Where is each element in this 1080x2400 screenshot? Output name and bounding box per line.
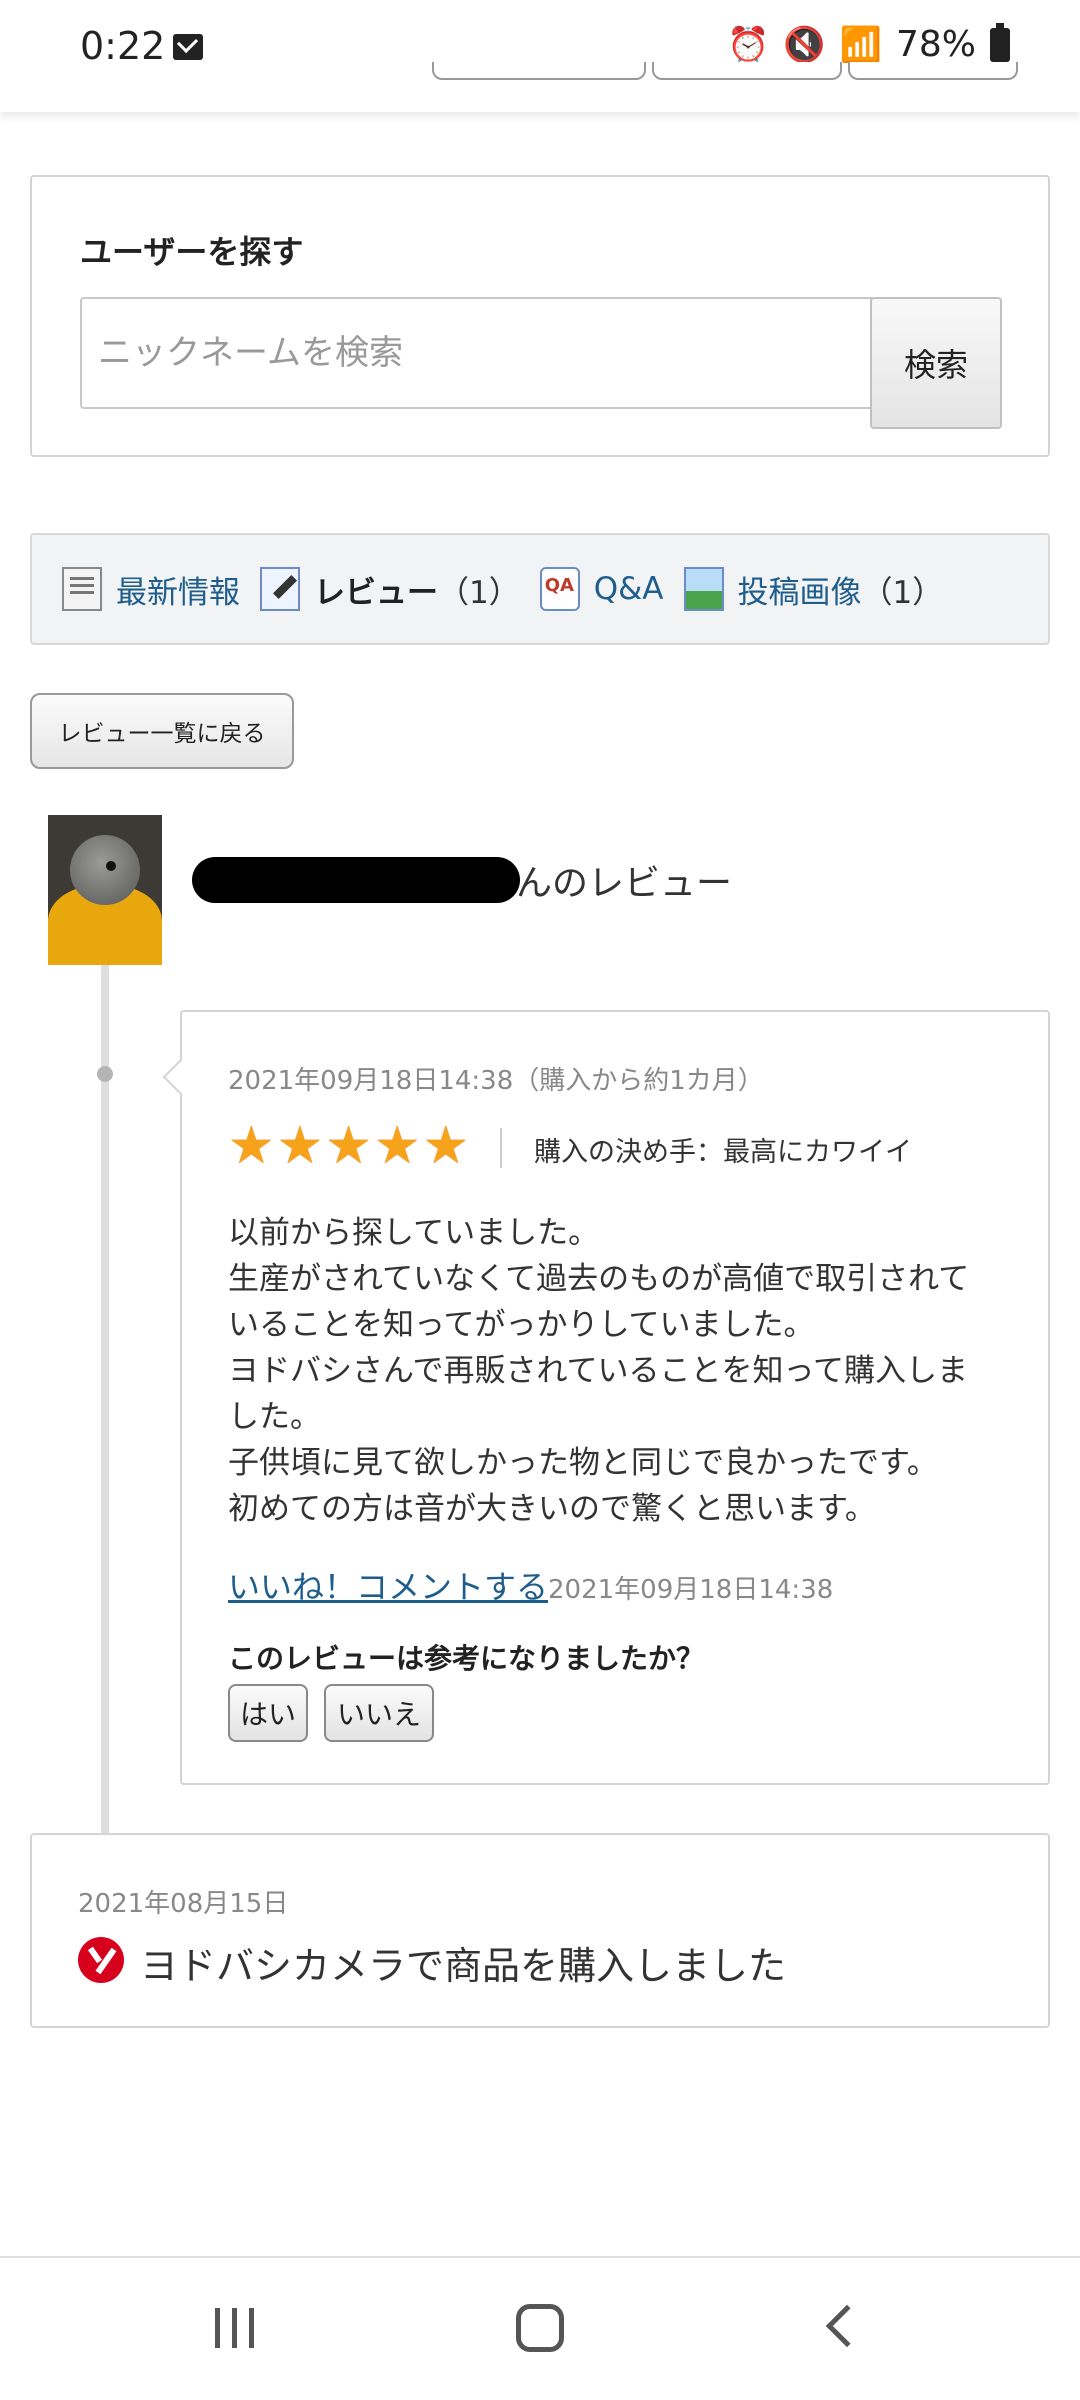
review-body-line: 生産がされていなくて過去のものが高値で取引されて (228, 1261, 970, 1297)
star-rating: ★ ★ ★ ★ ★ (228, 1120, 469, 1172)
avatar-hamster (70, 835, 140, 905)
review-body-line: した。 (228, 1399, 321, 1435)
search-button[interactable]: 検索 (870, 297, 1002, 429)
qa-icon (539, 567, 580, 611)
nickname-search-input[interactable] (80, 297, 872, 409)
mute-icon: 🔇 (783, 24, 826, 65)
avatar-eye (106, 861, 116, 871)
redacted-username[interactable] (192, 857, 520, 903)
purchase-date: 2021年08月15日 (78, 1889, 289, 1919)
image-icon (683, 567, 724, 611)
review-body-line: ヨドバシさんで再販されていることを知って購入しま (228, 1353, 968, 1389)
avatar[interactable] (48, 815, 162, 965)
review-timestamp: 2021年09月18日14:38 (548, 1575, 834, 1605)
reviewer-heading-suffix: んのレビュー (516, 863, 733, 904)
star-icon: ★ (325, 1116, 372, 1176)
alarm-icon: ⏰ (726, 24, 770, 65)
nav-item-images[interactable]: 投稿画像 （1） (683, 567, 944, 612)
review-body-line: いることを知ってがっかりしていました。 (228, 1307, 815, 1343)
tab-stub[interactable] (652, 62, 842, 80)
status-icons: ⏰ 🔇 📶 78% (726, 22, 1010, 65)
nav-item-review-count: （1） (438, 574, 520, 611)
like-comment-link[interactable]: いいね！コメントする (228, 1568, 548, 1606)
helpful-question: このレビューは参考になりましたか？ (228, 1642, 705, 1675)
review-body: 以前から探していました。 生産がされていなくて過去のものが高値で取引されて いる… (228, 1210, 1018, 1532)
review-body-line: 以前から探していました。 (228, 1215, 600, 1251)
review-card: 2021年09月18日14:38（購入から約1カ月） ★ ★ ★ ★ ★ 購入の… (180, 1010, 1050, 1785)
review-body-line: 子供頃に見て欲しかった物と同じで良かったです。 (228, 1445, 938, 1481)
purchase-text: ヨドバシカメラで商品を購入しました (140, 1944, 787, 1988)
nav-item-review-label: レビュー (314, 574, 438, 611)
profile-nav: 最新情報 レビュー （1） Q&A 投稿画像 （1） (30, 533, 1050, 645)
nav-item-news[interactable]: 最新情報 (62, 567, 240, 612)
review-pencil-icon (260, 567, 300, 611)
timeline-line (101, 965, 109, 1835)
star-icon: ★ (422, 1116, 470, 1176)
tab-stub[interactable] (432, 62, 646, 80)
tab-stub[interactable] (848, 62, 1018, 80)
purchase-card: 2021年08月15日 ヨドバシカメラで商品を購入しました (30, 1833, 1050, 2028)
nav-item-images-count: （1） (861, 574, 944, 611)
battery-percent: 78% (895, 24, 976, 65)
review-date: 2021年09月18日14:38（購入から約1カ月） (228, 1066, 764, 1096)
star-icon: ★ (228, 1116, 275, 1176)
user-search-panel: ユーザーを探す 検索 (30, 175, 1050, 457)
news-icon (62, 567, 102, 611)
review-body-line: 初めての方は音が大きいので驚くと思います。 (228, 1491, 876, 1527)
helpful-no-button[interactable]: いいえ (324, 1684, 434, 1742)
star-icon: ★ (276, 1116, 324, 1176)
user-search-title: ユーザーを探す (80, 233, 304, 271)
mail-icon (173, 34, 203, 60)
purchase-decision: 購入の決め手：最高にカワイイ (534, 1137, 912, 1168)
nav-item-review[interactable]: レビュー （1） (260, 567, 520, 612)
home-icon[interactable] (516, 2304, 564, 2352)
nav-item-news-label[interactable]: 最新情報 (116, 567, 240, 612)
nav-item-qa-label[interactable]: Q&A (594, 571, 664, 607)
back-to-review-list-button[interactable]: レビュー一覧に戻る (30, 693, 294, 769)
wifi-icon: 📶 (839, 24, 882, 65)
status-bar: 0:22 ⏰ 🔇 📶 78% (0, 0, 1080, 112)
helpful-yes-button[interactable]: はい (228, 1684, 308, 1742)
rating-divider (500, 1128, 502, 1168)
star-icon: ★ (373, 1116, 421, 1176)
battery-icon (990, 22, 1010, 62)
review-actions: いいね！コメントする2021年09月18日14:38 (228, 1562, 833, 1608)
yodobashi-logo-icon (78, 1937, 124, 1983)
recents-icon[interactable] (215, 2308, 254, 2348)
nav-item-images-label[interactable]: 投稿画像 (738, 567, 862, 612)
android-nav-bar (0, 2258, 1080, 2400)
status-time: 0:22 (80, 24, 166, 68)
timeline-dot (97, 1066, 113, 1082)
nav-item-qa[interactable]: Q&A (539, 567, 664, 611)
back-icon[interactable] (825, 2304, 869, 2348)
reviewer-heading: んのレビュー (192, 855, 732, 905)
